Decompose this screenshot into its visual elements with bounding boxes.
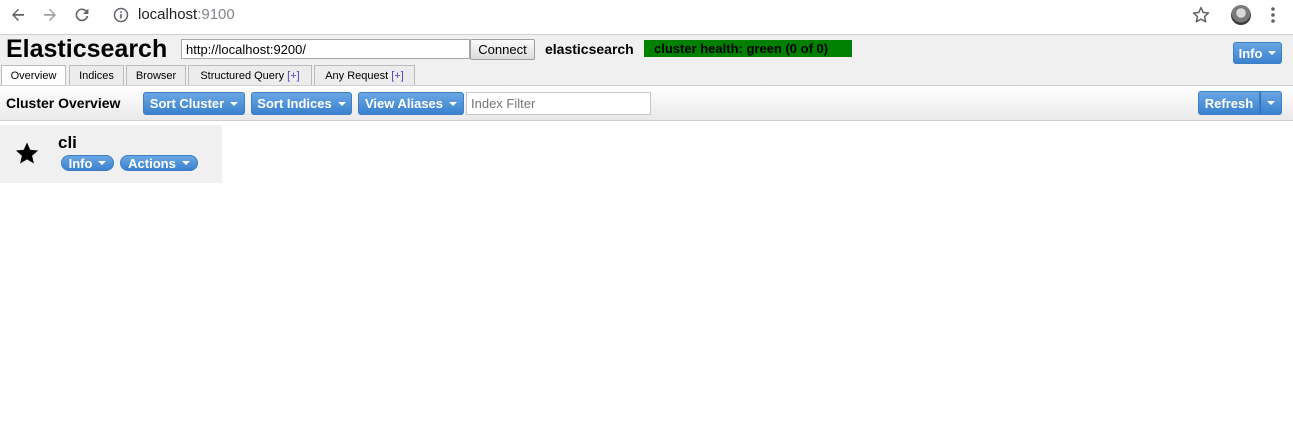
tab-label: Overview: [10, 70, 57, 82]
sort-cluster-button[interactable]: Sort Cluster: [143, 92, 245, 115]
reload-icon: [75, 8, 89, 22]
url-host: localhost: [138, 6, 198, 23]
caret-down-icon: [181, 161, 190, 165]
cluster-overview-toolbar: Cluster Overview Sort Cluster Sort Indic…: [0, 85, 1293, 121]
url-port: :9100: [197, 6, 235, 23]
tab-overview[interactable]: Overview: [1, 65, 66, 87]
caret-down-icon: [337, 101, 346, 106]
refresh-button[interactable]: Refresh: [1198, 91, 1260, 115]
app-title: Elasticsearch: [6, 35, 168, 63]
caret-down-icon: [1268, 51, 1277, 55]
tab-browser[interactable]: Browser: [126, 65, 186, 86]
node-info-label: Info: [68, 155, 93, 171]
forward-arrow-icon: [44, 8, 56, 21]
refresh-control: Refresh: [1198, 91, 1282, 115]
forward-button[interactable]: [39, 4, 61, 26]
tab-label: Indices: [79, 70, 114, 82]
address-bar[interactable]: localhost:9100: [138, 6, 235, 23]
kebab-menu-icon[interactable]: [1266, 5, 1280, 25]
node-card: cli Info Actions: [0, 125, 222, 183]
caret-down-icon: [230, 101, 239, 106]
node-actions-label: Actions: [128, 155, 176, 171]
tab-label: Browser: [135, 70, 177, 82]
tab-any-request[interactable]: Any Request [+]: [314, 65, 415, 86]
profile-avatar[interactable]: [1231, 5, 1251, 25]
reload-button[interactable]: [71, 4, 93, 26]
back-arrow-icon: [12, 8, 24, 21]
tab-structured-query[interactable]: Structured Query [+]: [188, 65, 312, 86]
cluster-url-input[interactable]: [181, 39, 470, 59]
cluster-name: elasticsearch: [545, 41, 634, 57]
tab-plus: [+]: [391, 70, 404, 82]
caret-down-icon: [1267, 101, 1275, 105]
node-name: cli: [58, 133, 77, 152]
tab-label: Structured Query: [200, 70, 288, 82]
index-filter-input[interactable]: [466, 92, 651, 115]
caret-down-icon: [98, 161, 107, 165]
tab-label: Any Request: [325, 70, 392, 82]
view-aliases-button[interactable]: View Aliases: [358, 92, 464, 115]
refresh-options-button[interactable]: [1260, 91, 1282, 115]
connect-button[interactable]: Connect: [470, 39, 535, 60]
tab-indices[interactable]: Indices: [69, 65, 124, 86]
star-icon: [15, 142, 39, 164]
info-menu-label: Info: [1238, 45, 1263, 61]
sort-indices-label: Sort Indices: [257, 96, 332, 111]
sort-indices-button[interactable]: Sort Indices: [251, 92, 352, 115]
sort-cluster-label: Sort Cluster: [149, 96, 225, 111]
info-menu-button[interactable]: Info: [1233, 42, 1282, 64]
caret-down-icon: [449, 101, 458, 106]
node-info-button[interactable]: Info: [61, 155, 114, 171]
bookmark-star-icon[interactable]: [1191, 5, 1211, 25]
back-button[interactable]: [7, 4, 29, 26]
view-aliases-label: View Aliases: [364, 96, 444, 111]
node-actions-button[interactable]: Actions: [120, 155, 198, 171]
site-info-icon[interactable]: [113, 7, 129, 23]
cluster-health-badge: cluster health: green (0 of 0): [644, 40, 852, 57]
browser-toolbar: localhost:9100: [0, 0, 1293, 30]
tab-plus: [+]: [287, 70, 300, 82]
toolbar-title: Cluster Overview: [6, 95, 121, 111]
